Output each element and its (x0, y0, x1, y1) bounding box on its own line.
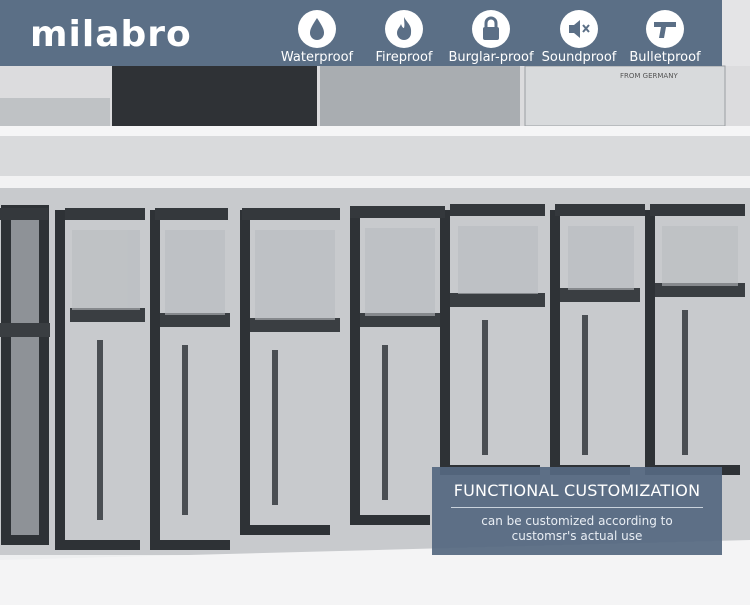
pistol-icon (646, 10, 684, 48)
card-line-2: customsr's actual use (511, 529, 643, 543)
customization-card: FUNCTIONAL CUSTOMIZATION can be customiz… (432, 467, 722, 555)
feature-label: Bulletproof (629, 50, 701, 65)
grey-case (320, 66, 520, 126)
speaker-mute-icon (560, 10, 598, 48)
water-drop-icon (298, 10, 336, 48)
feature-label: Fireproof (375, 50, 433, 65)
feature-waterproof: Waterproof (272, 10, 362, 65)
svg-text:milabro: milabro (30, 14, 192, 55)
feature-label: Waterproof (280, 50, 354, 65)
card-title: FUNCTIONAL CUSTOMIZATION (453, 481, 701, 500)
feature-soundproof: Soundproof (534, 10, 624, 65)
padlock-icon (472, 10, 510, 48)
metal-cans (0, 98, 110, 126)
black-case (112, 66, 317, 126)
flame-icon (385, 10, 423, 48)
box-label: FROM GERMANY (620, 72, 678, 80)
feature-bulletproof: Bulletproof (620, 10, 710, 65)
feature-fireproof: Fireproof (359, 10, 449, 65)
feature-label: Burglar-proof (448, 50, 534, 65)
card-line-1: can be customized according to (481, 514, 673, 528)
brand-logo: milabro (30, 12, 200, 65)
feature-label: Soundproof (541, 50, 617, 65)
logo-mark: milabro (30, 14, 192, 55)
feature-burglar-proof: Burglar-proof (446, 10, 536, 65)
card-divider (451, 507, 703, 508)
